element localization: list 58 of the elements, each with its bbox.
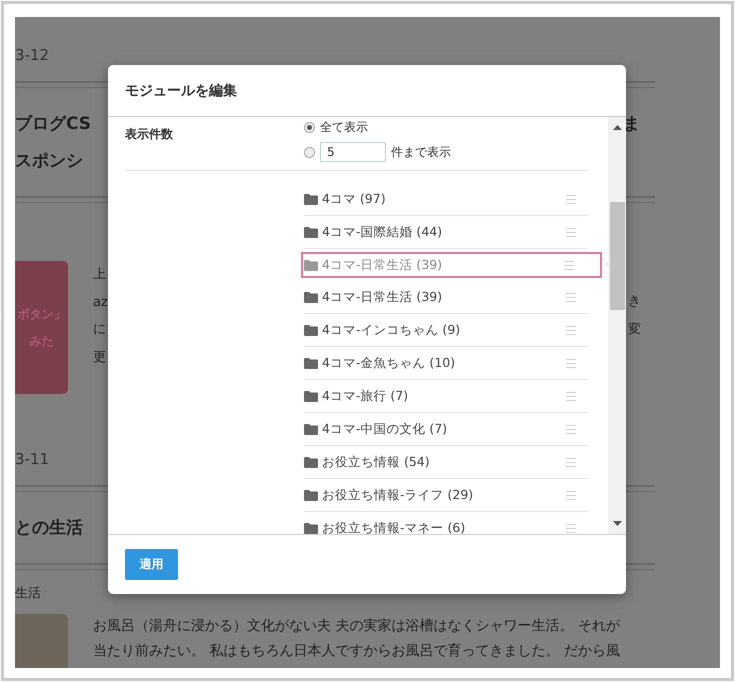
folder-icon: [304, 260, 318, 270]
excerpt-text: に: [93, 321, 106, 339]
dragged-category-item[interactable]: 4コマ-日常生活 (39): [301, 252, 602, 278]
excerpt-text: az: [93, 294, 108, 312]
radio-button[interactable]: [304, 122, 315, 133]
excerpt-text: 更: [93, 348, 106, 366]
post-category: 生活: [15, 585, 42, 603]
folder-icon: [304, 490, 318, 500]
post-date: 3-11: [15, 449, 50, 469]
drag-handle-icon[interactable]: [566, 358, 576, 368]
category-item[interactable]: お役立ち情報-マネー (6): [304, 512, 588, 534]
post-title: ブログCS: [15, 113, 92, 136]
drag-handle-icon[interactable]: [566, 458, 576, 466]
post-title: スポンシ: [15, 150, 83, 173]
post-title: ま: [623, 113, 640, 136]
post-date: 3-12: [15, 45, 50, 65]
category-item[interactable]: 4コマ-中国の文化 (7): [304, 413, 588, 446]
folder-icon: [304, 424, 318, 434]
post-title: との生活: [15, 517, 83, 540]
folder-icon: [304, 226, 318, 238]
category-item[interactable]: お役立ち情報 (54): [304, 446, 588, 479]
field-label: 表示件数: [125, 126, 174, 143]
drag-handle-icon[interactable]: [566, 326, 576, 334]
drag-handle-icon[interactable]: [566, 228, 576, 236]
scroll-up-icon[interactable]: [612, 125, 622, 130]
drag-handle-icon[interactable]: [566, 194, 576, 204]
category-item[interactable]: 4コマ (97): [304, 183, 588, 216]
excerpt-text: き: [628, 293, 641, 311]
category-item[interactable]: 4コマ-インコちゃん (9): [304, 314, 588, 347]
folder-icon: [304, 456, 318, 468]
category-item[interactable]: 4コマ-旅行 (7): [304, 380, 588, 413]
option-label: 件まで表示: [391, 144, 451, 160]
drag-handle-icon[interactable]: [566, 392, 576, 400]
scroll-down-icon[interactable]: [612, 521, 622, 526]
folder-icon: [304, 324, 318, 336]
excerpt-text: 変: [628, 320, 641, 338]
folder-icon: [304, 358, 318, 368]
category-item[interactable]: 4コマ-金魚ちゃん (10): [304, 347, 588, 380]
folder-icon: [304, 522, 318, 534]
scrollbar-thumb[interactable]: [610, 202, 624, 310]
post-excerpt: お風呂（湯舟に浸かる）文化がない夫 夫の実家は浴槽はなくシャワー生活。 それが 当たり前みたい。 私はもちろん日本人ですからお風呂で育ってきました。 だから風: [93, 617, 620, 661]
folder-icon: [304, 390, 318, 402]
option-label: 全て表示: [320, 119, 368, 136]
photo-placeholder: [15, 614, 68, 668]
number-field[interactable]: 5: [320, 142, 386, 162]
drag-handle-icon[interactable]: [566, 292, 576, 302]
drag-handle-icon[interactable]: [566, 524, 576, 532]
category-item[interactable]: 4コマ-日常生活 (39): [304, 281, 588, 314]
radio-button[interactable]: [304, 146, 315, 158]
excerpt-text: 上: [93, 266, 106, 284]
category-item[interactable]: 4コマ-国際結婚 (44): [304, 216, 588, 249]
folder-icon: [304, 194, 318, 204]
drag-handle-icon[interactable]: [566, 424, 576, 434]
drag-handle-icon[interactable]: [564, 260, 574, 270]
folder-icon: [304, 292, 318, 302]
category-item[interactable]: お役立ち情報-ライフ (29): [304, 479, 588, 512]
dialog-title: モジュールを編集: [108, 65, 626, 117]
drag-handle-icon[interactable]: [566, 490, 576, 500]
